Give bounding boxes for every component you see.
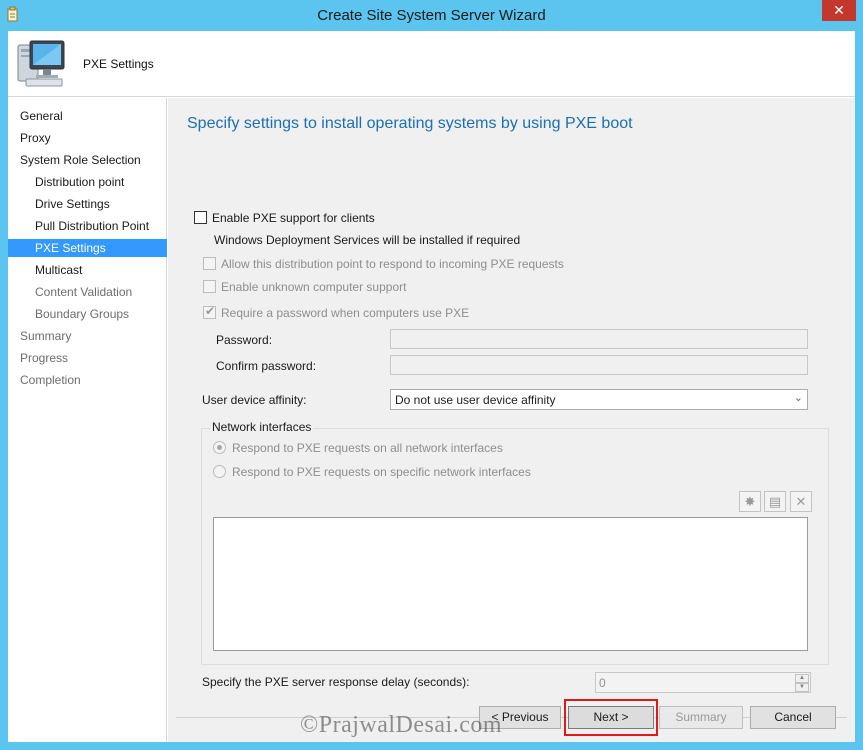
nav-item-general[interactable]: General: [8, 107, 167, 125]
wds-note: Windows Deployment Services will be inst…: [214, 233, 521, 247]
affinity-dropdown[interactable]: Do not use user device affinity ⌄: [390, 389, 808, 410]
require-password-checkbox[interactable]: ✔: [203, 304, 216, 319]
affinity-label: User device affinity:: [202, 393, 307, 407]
confirm-password-field[interactable]: [390, 355, 808, 375]
wizard-content: Specify settings to install operating sy…: [168, 98, 855, 742]
network-interfaces-list[interactable]: [213, 517, 808, 651]
page-heading: Specify settings to install operating sy…: [187, 115, 633, 132]
password-field[interactable]: [390, 329, 808, 349]
properties-icon: ▤: [768, 494, 782, 509]
close-button[interactable]: ✕: [822, 0, 856, 21]
delay-value: 0: [599, 676, 606, 690]
header-page-label: PXE Settings: [83, 57, 154, 71]
nav-item-boundary-groups: Boundary Groups: [35, 307, 130, 321]
allow-respond-label: Allow this distribution point to respond…: [221, 257, 564, 271]
properties-button[interactable]: ▤: [764, 491, 786, 512]
enable-pxe-label[interactable]: Enable PXE support for clients: [212, 211, 375, 225]
wizard-header: PXE Settings: [8, 31, 855, 97]
allow-respond-checkbox[interactable]: [203, 257, 216, 270]
starburst-icon: ✸: [744, 494, 756, 509]
require-password-label: Require a password when computers use PX…: [221, 306, 470, 320]
delete-icon: ✕: [795, 494, 807, 509]
computer-icon: [17, 40, 65, 87]
respond-all-label: Respond to PXE requests on all network i…: [232, 441, 503, 455]
password-label: Password:: [216, 333, 273, 347]
nav-item-content-validation: Content Validation: [35, 285, 133, 299]
nav-item-multicast[interactable]: Multicast: [8, 261, 167, 279]
radio-dot: [217, 445, 222, 450]
nav-item-distribution-point[interactable]: Distribution point: [8, 173, 167, 191]
next-highlight-box: [564, 699, 658, 736]
spin-up-icon[interactable]: ▲: [795, 674, 809, 683]
delete-interface-button[interactable]: ✕: [790, 491, 812, 512]
nav-item-drive-settings[interactable]: Drive Settings: [8, 195, 167, 213]
summary-button: Summary: [659, 706, 743, 729]
watermark: ©PrajwalDesai.com: [300, 712, 503, 738]
delay-spinner[interactable]: 0 ▲ ▼: [595, 672, 811, 693]
chevron-down-icon: ⌄: [793, 392, 803, 404]
respond-all-radio[interactable]: [213, 441, 226, 454]
spin-down-icon[interactable]: ▼: [795, 683, 809, 692]
nav-item-system-role-selection[interactable]: System Role Selection: [8, 151, 167, 169]
enable-pxe-checkbox[interactable]: [194, 211, 207, 224]
close-icon: ✕: [833, 2, 845, 18]
wizard-nav: General Proxy System Role Selection Dist…: [8, 98, 167, 742]
nav-item-completion: Completion: [20, 373, 81, 387]
title-bar[interactable]: Create Site System Server Wizard ✕: [0, 0, 863, 31]
nav-item-progress: Progress: [20, 351, 69, 365]
unknown-support-checkbox[interactable]: [203, 280, 216, 293]
nav-item-pull-distribution-point[interactable]: Pull Distribution Point: [8, 217, 167, 235]
checkmark-icon: ✔: [205, 304, 216, 318]
cancel-button[interactable]: Cancel: [750, 706, 836, 729]
new-interface-button[interactable]: ✸: [739, 491, 761, 512]
affinity-value: Do not use user device affinity: [395, 393, 556, 407]
respond-specific-label: Respond to PXE requests on specific netw…: [232, 465, 531, 479]
network-interfaces-title: Network interfaces: [210, 420, 314, 434]
nav-item-pxe-settings[interactable]: PXE Settings: [8, 239, 167, 257]
delay-label: Specify the PXE server response delay (s…: [202, 675, 470, 689]
nav-item-proxy[interactable]: Proxy: [8, 129, 167, 147]
nav-item-summary: Summary: [20, 329, 72, 343]
respond-specific-radio[interactable]: [213, 465, 226, 478]
window-title: Create Site System Server Wizard: [317, 7, 546, 24]
wizard-client: PXE Settings General Proxy System Role S…: [8, 31, 855, 742]
wizard-window: Create Site System Server Wizard ✕ PXE S…: [0, 0, 863, 750]
confirm-password-label: Confirm password:: [216, 359, 317, 373]
unknown-support-label: Enable unknown computer support: [221, 280, 407, 294]
